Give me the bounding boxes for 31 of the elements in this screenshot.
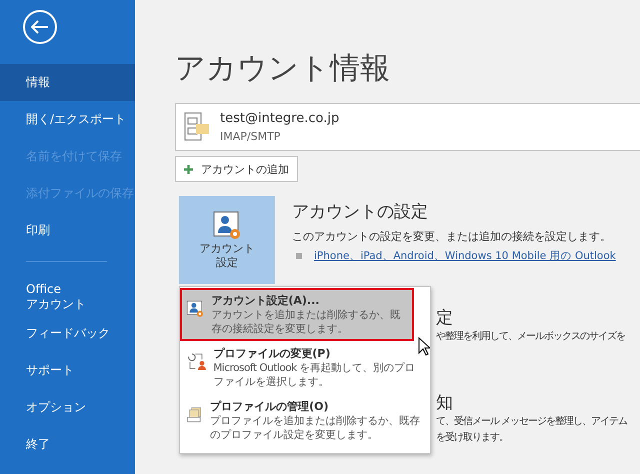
menu-item[interactable]: プロファイルの変更(P) Microsoft Outlook を再起動して、別のプロファイルを選択します。 — [180, 341, 430, 394]
add-account-button[interactable]: アカウントの追加 — [175, 156, 298, 182]
sidebar-item[interactable]: 終了 — [0, 426, 135, 463]
sidebar-item[interactable]: オプション — [0, 389, 135, 426]
section-heading: 定 — [436, 307, 453, 329]
section-description: を受け取ります。 — [436, 430, 508, 445]
account-settings-tile[interactable]: アカウント 設定 — [179, 196, 275, 284]
section-heading: アカウントの設定 — [292, 201, 429, 223]
account-card[interactable]: test@integre.co.jp IMAP/SMTP — [175, 103, 640, 151]
section-heading: 知 — [436, 392, 453, 414]
back-arrow-icon — [31, 20, 49, 34]
sidebar-item[interactable]: Office アカウント — [0, 278, 135, 315]
back-button[interactable] — [23, 10, 57, 44]
account-email: test@integre.co.jp — [220, 111, 340, 126]
section-description: や整理を利用して、メールボックスのサイズを — [436, 330, 625, 344]
section-description: て、受信メール メッセージを整理し、アイテム — [436, 414, 628, 429]
section-description: このアカウントの設定を変更、または追加の接続を設定します。 — [292, 229, 612, 244]
sidebar-item[interactable]: フィードバック — [0, 315, 135, 352]
account-settings-icon — [211, 210, 243, 242]
menu-item[interactable]: アカウント設定(A)... アカウントを追加または削除するか、既存の接続設定を変更します。 — [180, 288, 414, 341]
sidebar-item[interactable]: 情報 — [0, 64, 135, 101]
account-type: IMAP/SMTP — [220, 130, 282, 143]
outlook-mobile-link[interactable]: iPhone、iPad、Android、Windows 10 Mobile 用の Outlook — [314, 249, 616, 263]
page-title: アカウント情報 — [175, 50, 391, 88]
sidebar-item[interactable]: サポート — [0, 352, 135, 389]
sidebar-item[interactable]: 開く/エクスポート — [0, 101, 135, 138]
bullet-icon — [296, 253, 302, 259]
sidebar-item[interactable]: 印刷 — [0, 212, 135, 249]
menu-item[interactable]: プロファイルの管理(O) プロファイルを追加または削除するか、既存のプロファイル設定を変更します。 — [180, 394, 430, 447]
plus-icon — [184, 164, 193, 174]
mail-account-icon — [184, 112, 210, 142]
